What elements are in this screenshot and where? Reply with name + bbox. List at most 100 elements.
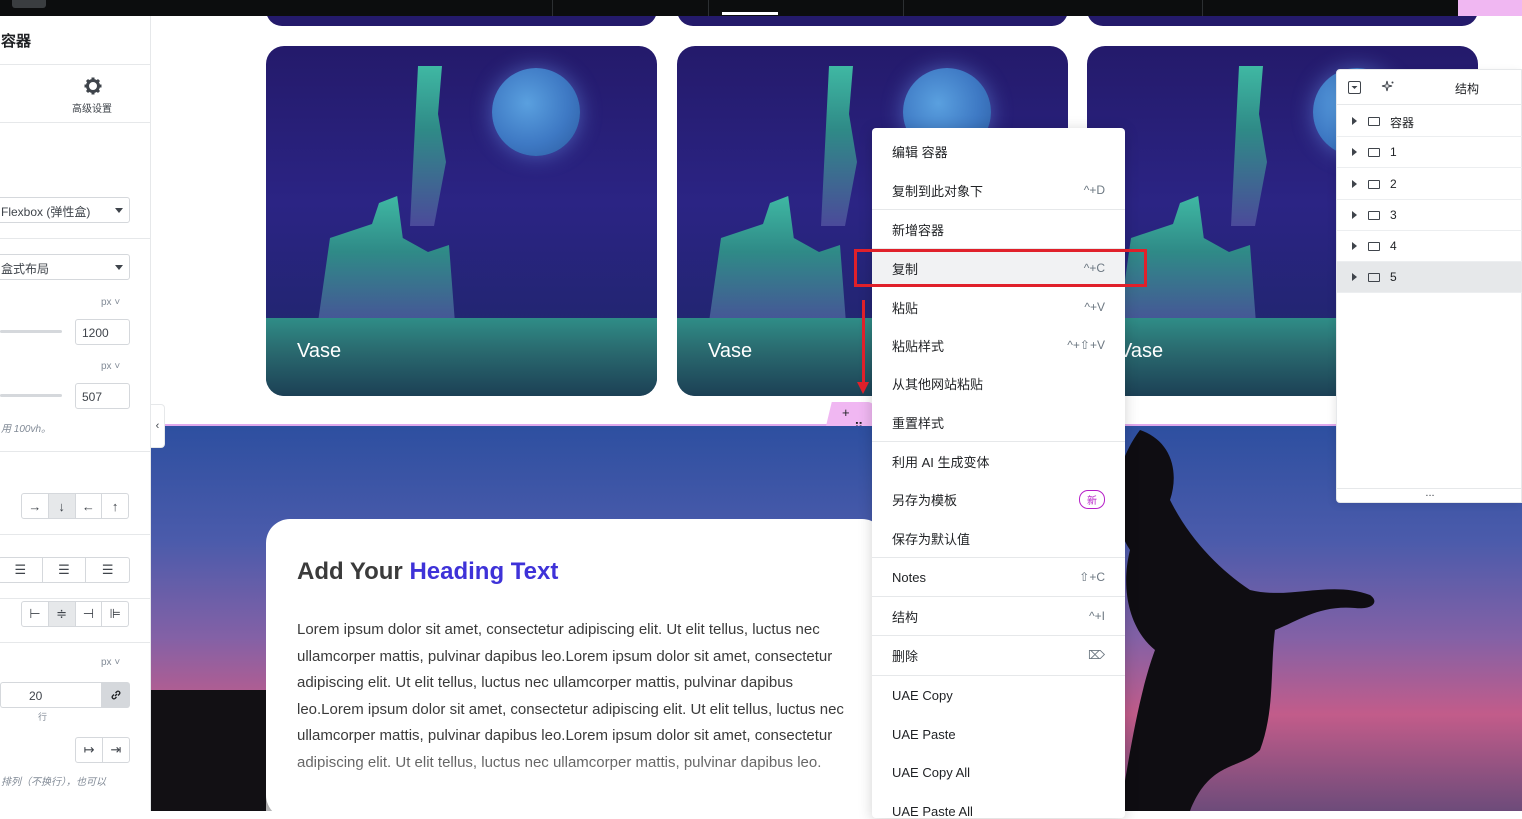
top-bar-divider bbox=[552, 0, 553, 16]
width-input[interactable]: 1200 bbox=[75, 319, 130, 345]
card-label: Vase bbox=[297, 340, 342, 362]
card-spire-art bbox=[410, 66, 446, 226]
container-handle[interactable]: + ⠿ bbox=[826, 402, 874, 426]
menu-item-structure[interactable]: 结构 ^+I bbox=[872, 597, 1125, 635]
add-element-icon[interactable]: + bbox=[842, 405, 850, 420]
container-icon bbox=[1368, 148, 1380, 157]
menu-item-paste-from-other-site[interactable]: 从其他网站粘贴 bbox=[872, 364, 1125, 402]
structure-row[interactable]: 容器 bbox=[1337, 106, 1522, 137]
wrap-help-text: 排列（不换行），也可以 bbox=[1, 777, 106, 788]
content-width-select[interactable]: 盒式布局 bbox=[0, 254, 130, 280]
align-center-icon[interactable]: ≑ bbox=[48, 602, 76, 626]
structure-row[interactable]: 3 bbox=[1337, 200, 1522, 231]
gap-unit-select[interactable]: px ˅ bbox=[101, 657, 120, 668]
width-unit-select[interactable]: px ˅ bbox=[101, 297, 120, 308]
menu-item-save-as-template[interactable]: 另存为模板新 bbox=[872, 480, 1125, 518]
panel-collapse-button[interactable]: ‹ bbox=[151, 404, 165, 448]
menu-item-paste-style[interactable]: 粘贴样式 ^+⇧+V bbox=[872, 326, 1125, 364]
menu-item-add-container[interactable]: 新增容器 bbox=[872, 210, 1125, 248]
direction-button-group: → ↓ ← ↑ bbox=[21, 493, 129, 519]
expand-icon[interactable] bbox=[1352, 180, 1357, 188]
align-start-icon[interactable]: ⊢ bbox=[22, 602, 49, 626]
content-width-select-value: 盒式布局 bbox=[1, 262, 50, 276]
menu-item-uae-copy[interactable]: UAE Copy bbox=[872, 676, 1125, 714]
advanced-tab-label[interactable]: 高级设置 bbox=[72, 100, 112, 115]
divider bbox=[0, 238, 151, 239]
display-select-value: Flexbox (弹性盒) bbox=[1, 205, 91, 219]
context-menu: 编辑 容器 复制到此对象下 ^+D 新增容器 复制 ^+C 粘贴 ^+V 粘贴样式 ^+… bbox=[872, 128, 1125, 818]
height-slider[interactable] bbox=[0, 394, 62, 397]
direction-column-button[interactable]: ↓ bbox=[48, 494, 76, 518]
justify-button-group: ☰ ☰ ☰ bbox=[0, 557, 130, 583]
direction-column-reverse-button[interactable]: ↑ bbox=[102, 494, 128, 518]
wrap-icon[interactable]: ⇥ bbox=[103, 738, 129, 762]
top-bar-divider bbox=[903, 0, 904, 16]
direction-row-reverse-button[interactable]: ← bbox=[76, 494, 103, 518]
delete-icon: ⌦ bbox=[1088, 648, 1105, 662]
structure-panel: 结构 容器 1 2 3 4 5 ... bbox=[1336, 69, 1522, 503]
heading-prefix: Add Your bbox=[297, 558, 410, 585]
direction-row-button[interactable]: → bbox=[22, 494, 49, 518]
collapse-all-icon[interactable] bbox=[1348, 81, 1361, 94]
structure-row-selected[interactable]: 5 bbox=[1337, 262, 1522, 293]
annotation-arrow bbox=[862, 300, 865, 384]
card-label: Vase bbox=[708, 340, 753, 362]
highlight-box bbox=[854, 249, 1147, 287]
chevron-down-icon bbox=[115, 265, 123, 270]
menu-item-delete[interactable]: 删除 ⌦ bbox=[872, 636, 1125, 674]
image-card[interactable]: Vase bbox=[266, 46, 657, 396]
structure-panel-resize-handle[interactable]: ... bbox=[1337, 488, 1522, 503]
top-bar-publish-area[interactable] bbox=[1458, 0, 1522, 16]
expand-icon[interactable] bbox=[1352, 117, 1357, 125]
gear-icon[interactable] bbox=[83, 76, 103, 96]
gap-input[interactable]: 20 bbox=[0, 682, 101, 708]
menu-item-uae-copy-all[interactable]: UAE Copy All bbox=[872, 753, 1125, 791]
expand-icon[interactable] bbox=[1352, 211, 1357, 219]
menu-item-edit-container[interactable]: 编辑 容器 bbox=[872, 132, 1125, 170]
structure-panel-header: 结构 bbox=[1337, 70, 1522, 105]
menu-item-notes[interactable]: Notes ⇧+C bbox=[872, 558, 1125, 596]
menu-item-save-as-default[interactable]: 保存为默认值 bbox=[872, 519, 1125, 557]
heading-highlight: Heading Text bbox=[409, 558, 559, 585]
display-select[interactable]: Flexbox (弹性盒) bbox=[0, 197, 130, 223]
new-badge: 新 bbox=[1079, 489, 1105, 509]
card-spire-art bbox=[1231, 66, 1267, 226]
height-unit-select[interactable]: px ˅ bbox=[101, 361, 120, 372]
structure-row[interactable]: 1 bbox=[1337, 137, 1522, 168]
sparkle-icon[interactable] bbox=[1381, 80, 1395, 94]
align-button-group: ⊢ ≑ ⊣ ⊫ bbox=[21, 601, 129, 627]
align-end-icon[interactable]: ⊣ bbox=[76, 602, 103, 626]
structure-panel-title: 结构 bbox=[1455, 82, 1480, 96]
menu-item-paste[interactable]: 粘贴 ^+V bbox=[872, 288, 1125, 326]
expand-icon[interactable] bbox=[1352, 273, 1357, 281]
link-icon[interactable] bbox=[101, 682, 130, 708]
structure-row[interactable]: 2 bbox=[1337, 169, 1522, 200]
divider bbox=[0, 451, 151, 452]
justify-space-around-icon[interactable]: ☰ bbox=[86, 558, 129, 582]
align-stretch-icon[interactable]: ⊫ bbox=[102, 602, 128, 626]
justify-space-between-icon[interactable]: ☰ bbox=[43, 558, 87, 582]
menu-item-uae-paste-all[interactable]: UAE Paste All bbox=[872, 792, 1125, 819]
justify-center-icon[interactable]: ☰ bbox=[0, 558, 43, 582]
container-icon bbox=[1368, 180, 1380, 189]
height-help-text: 用 100vh。 bbox=[1, 424, 52, 435]
menu-item-duplicate[interactable]: 复制到此对象下 ^+D bbox=[872, 171, 1125, 209]
height-input[interactable]: 507 bbox=[75, 383, 130, 409]
container-icon bbox=[1368, 117, 1380, 126]
top-bar-divider bbox=[1202, 0, 1203, 16]
expand-icon[interactable] bbox=[1352, 242, 1357, 250]
gap-row-label: 行 bbox=[38, 712, 48, 722]
expand-icon[interactable] bbox=[1352, 148, 1357, 156]
menu-item-reset-style[interactable]: 重置样式 bbox=[872, 403, 1125, 441]
menu-item-uae-paste[interactable]: UAE Paste bbox=[872, 715, 1125, 753]
card-moon-art bbox=[492, 68, 580, 156]
no-wrap-icon[interactable]: ↦ bbox=[76, 738, 103, 762]
top-bar-button[interactable] bbox=[12, 0, 46, 8]
menu-item-ai-variations[interactable]: 利用 AI 生成变体 bbox=[872, 442, 1125, 480]
hero-heading[interactable]: Add Your Heading Text bbox=[297, 558, 558, 586]
width-slider[interactable] bbox=[0, 330, 62, 333]
divider bbox=[0, 534, 151, 535]
container-icon bbox=[1368, 242, 1380, 251]
divider bbox=[0, 64, 151, 65]
structure-row[interactable]: 4 bbox=[1337, 231, 1522, 262]
